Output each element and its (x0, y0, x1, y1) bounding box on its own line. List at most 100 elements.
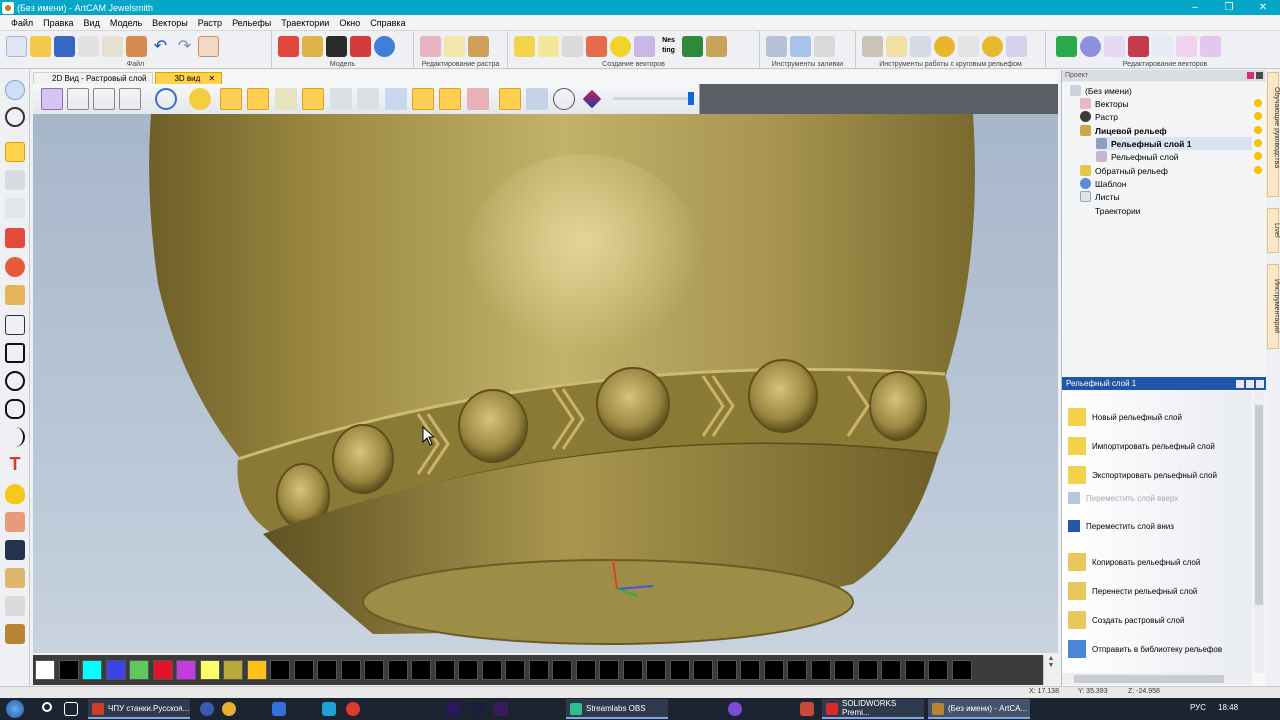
3d-viewport[interactable] (33, 114, 1058, 653)
menu-vectors[interactable]: Векторы (147, 18, 193, 28)
paste-icon[interactable] (126, 36, 147, 57)
view-material-icon[interactable] (275, 88, 297, 110)
vector-curve-icon[interactable] (538, 36, 559, 57)
sparkle-icon[interactable] (886, 36, 907, 57)
tree-item-toolpaths[interactable]: Траектории (1080, 204, 1140, 217)
view-slider-thumb[interactable] (688, 92, 694, 105)
tree-item-relief-layer-1[interactable]: Рельефный слой 1 (1096, 137, 1252, 150)
panel-pin-icon[interactable] (1246, 379, 1254, 388)
sculpt-icon[interactable] (5, 624, 25, 644)
layer-panel-hscroll[interactable] (1062, 673, 1252, 685)
color-swatch[interactable] (599, 660, 619, 680)
color-swatch[interactable] (763, 660, 784, 680)
smudge-icon[interactable] (5, 512, 25, 532)
after-effects-icon[interactable] (494, 702, 508, 716)
tree-root[interactable]: (Без имени) (1070, 84, 1132, 97)
edit-icon[interactable] (198, 36, 219, 57)
zoom-icon[interactable] (5, 80, 25, 100)
view-front-icon[interactable] (67, 88, 89, 110)
layer-panel-vscroll[interactable] (1253, 391, 1265, 673)
color-swatch[interactable] (505, 660, 525, 680)
color-swatch[interactable] (458, 660, 478, 680)
vector-grid-edit-icon[interactable] (1200, 36, 1221, 57)
color-swatch[interactable] (129, 660, 149, 680)
view-grey-icon[interactable] (330, 88, 352, 110)
bend-icon[interactable] (910, 36, 931, 57)
vector-blob-icon[interactable] (1080, 36, 1101, 57)
pen-icon[interactable] (5, 228, 25, 248)
light-icon[interactable] (189, 88, 211, 110)
panel-close-icon[interactable] (1256, 379, 1264, 388)
color-swatch[interactable] (387, 660, 408, 680)
color-swatch[interactable] (857, 660, 878, 680)
visibility-icon[interactable] (1254, 99, 1262, 107)
vector-stripes-icon[interactable] (1128, 36, 1149, 57)
color-swatch[interactable] (223, 660, 243, 680)
polyline-icon[interactable] (5, 315, 25, 335)
taskbar-item-artcam[interactable]: (Без имени) - ArtCA... (928, 699, 1030, 719)
pin-icon[interactable] (1247, 72, 1254, 79)
node-edit-icon[interactable] (5, 170, 25, 190)
menu-view[interactable]: Вид (79, 18, 105, 28)
export-relief-layer-button[interactable]: Экспортировать рельефный слой (1068, 464, 1248, 486)
panel-restore-icon[interactable] (1236, 379, 1244, 388)
color-swatch[interactable] (622, 660, 643, 680)
taskbar-item-obs[interactable]: Streamlabs OBS (566, 699, 668, 719)
vector-sketch-icon[interactable] (586, 36, 607, 57)
color-swatch[interactable] (528, 660, 549, 680)
app-icon[interactable] (800, 702, 814, 716)
view-side-icon[interactable] (93, 88, 115, 110)
vector-dashed-icon[interactable] (1152, 36, 1173, 57)
view-brush-icon[interactable] (526, 88, 548, 110)
model-character-icon[interactable] (302, 36, 323, 57)
color-swatch[interactable] (82, 660, 102, 680)
task-view-icon[interactable] (64, 702, 78, 716)
drop-icon[interactable] (5, 484, 25, 504)
tab-2d-view[interactable]: 2D Вид - Растровый слой (33, 72, 154, 84)
view-zoom-icon[interactable] (155, 88, 177, 110)
color-swatch[interactable] (881, 660, 901, 680)
color-swatch[interactable] (928, 660, 948, 680)
move-layer-down-button[interactable]: Переместить слой вниз (1068, 515, 1248, 537)
search-icon[interactable] (42, 702, 52, 712)
raster-erase-icon[interactable] (420, 36, 441, 57)
model-bird-icon[interactable] (350, 36, 371, 57)
view-texture-icon[interactable] (302, 88, 324, 110)
color-swatch[interactable] (552, 660, 572, 680)
tree-item-face-relief[interactable]: Лицевой рельеф (1080, 124, 1167, 137)
color-swatch[interactable] (340, 660, 361, 680)
target-icon[interactable] (5, 107, 25, 127)
create-raster-layer-button[interactable]: Создать растровый слой (1068, 609, 1248, 631)
arc-icon[interactable] (5, 427, 25, 447)
tab-live[interactable]: Live! (1267, 208, 1280, 253)
menu-help[interactable]: Справка (365, 18, 410, 28)
hscroll-thumb[interactable] (1074, 675, 1224, 683)
undo-icon[interactable]: ↶ (150, 36, 171, 57)
ring-icon[interactable] (862, 36, 883, 57)
view-stack-icon[interactable] (499, 88, 521, 110)
fill-pattern-icon[interactable] (766, 36, 787, 57)
new-file-icon[interactable] (6, 36, 27, 57)
color-swatch[interactable] (434, 660, 455, 680)
nesting-icon[interactable]: Nes ting (658, 36, 679, 57)
select-arrow-icon[interactable] (5, 142, 25, 162)
new-relief-layer-button[interactable]: Новый рельефный слой (1068, 406, 1248, 428)
model-globe-icon[interactable] (374, 36, 395, 57)
color-swatch[interactable] (669, 660, 690, 680)
menu-file[interactable]: Файл (6, 18, 38, 28)
tree-item-raster[interactable]: Растр (1080, 110, 1118, 123)
send-to-library-button[interactable]: Отправить в библиотеку рельефов (1068, 638, 1248, 660)
settings-icon[interactable] (553, 88, 575, 110)
color-swatch[interactable] (246, 660, 267, 680)
view-shade-icon[interactable] (357, 88, 379, 110)
color-swatch[interactable] (693, 660, 713, 680)
color-swatch[interactable] (105, 660, 126, 680)
tree-item-template[interactable]: Шаблон (1080, 177, 1126, 190)
panel-close-icon[interactable] (1256, 72, 1263, 79)
bracelet-icon[interactable] (982, 36, 1003, 57)
wrap-icon[interactable] (958, 36, 979, 57)
color-swatch[interactable] (293, 660, 314, 680)
transform-icon[interactable] (5, 198, 25, 218)
vector-spiral-icon[interactable] (634, 36, 655, 57)
color-swatch[interactable] (787, 660, 807, 680)
